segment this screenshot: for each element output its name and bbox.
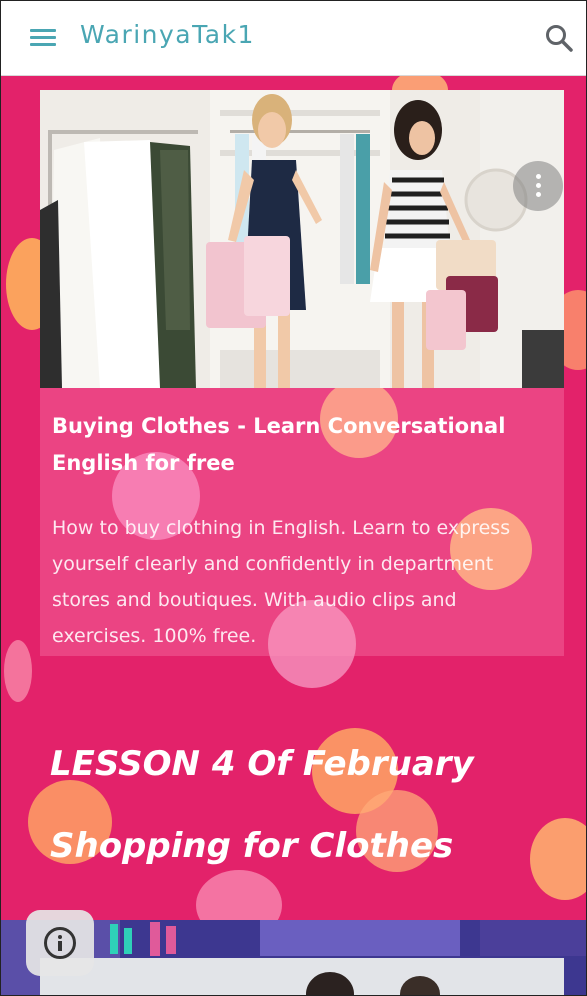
page: WarinyaTak1 Buying Clothes - Learn Conve…	[0, 0, 587, 996]
site-title[interactable]: WarinyaTak1	[80, 20, 255, 49]
article-card[interactable]: Buying Clothes - Learn Conversational En…	[40, 90, 564, 656]
app-header: WarinyaTak1	[0, 0, 587, 76]
next-article-photo[interactable]	[40, 958, 564, 996]
shopping-women-photo[interactable]	[40, 90, 564, 388]
card-description: How to buy clothing in English. Learn to…	[52, 517, 511, 647]
more-vertical-icon[interactable]	[513, 161, 563, 211]
info-icon[interactable]	[26, 910, 94, 976]
hamburger-menu-icon[interactable]	[30, 26, 58, 48]
lesson-heading: LESSON 4 Of February	[50, 744, 474, 784]
card-title[interactable]: Buying Clothes - Learn Conversational En…	[52, 408, 552, 482]
search-icon[interactable]	[543, 22, 575, 54]
lesson-subheading: Shopping for Clothes	[50, 826, 454, 866]
